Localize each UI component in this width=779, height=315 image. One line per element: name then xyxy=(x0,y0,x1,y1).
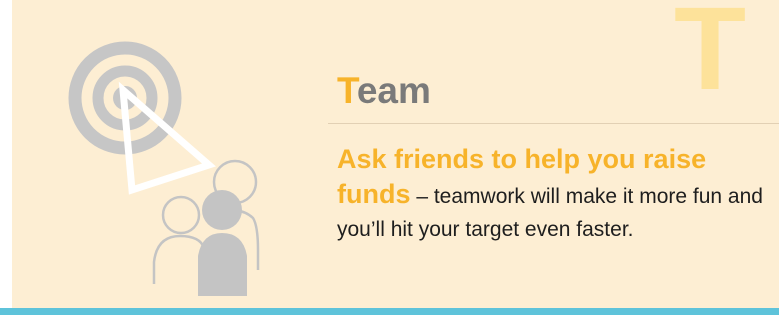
title-rest: eam xyxy=(356,70,431,111)
team-illustration xyxy=(68,41,260,296)
card-description: Ask friends to help you raise funds – te… xyxy=(337,143,767,246)
card-title: Team xyxy=(337,72,431,109)
team-card: T Team Ask friends to help you raise fun… xyxy=(0,0,779,315)
title-divider xyxy=(328,123,779,124)
pointer-triangle-icon xyxy=(118,81,216,195)
decorative-letter: T xyxy=(674,0,747,115)
title-initial: T xyxy=(337,70,357,111)
bottom-divider-line xyxy=(0,308,779,315)
